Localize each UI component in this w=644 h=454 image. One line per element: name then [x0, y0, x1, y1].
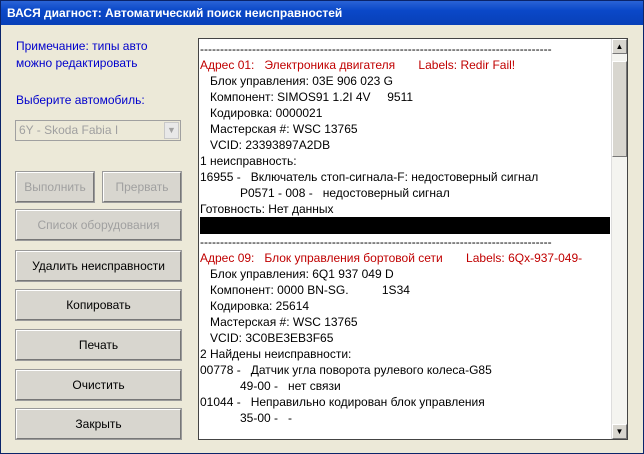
log-line: Компонент: 0000 BN-SG. 1S34 [200, 283, 410, 297]
equipment-list-button[interactable]: Список оборудования [15, 209, 182, 241]
log-line: Блок управления: 6Q1 937 049 D [200, 267, 394, 281]
car-select-value: 6Y - Skoda Fabia I [19, 123, 119, 137]
clear-faults-button[interactable]: Удалить неисправности [15, 250, 182, 282]
window-title: ВАСЯ диагност: Автоматический поиск неис… [1, 1, 643, 25]
log-line: Блок управления: 03E 906 023 G [200, 74, 393, 88]
choose-car-label: Выберите автомобиль: [16, 93, 145, 107]
copy-button[interactable]: Копировать [15, 289, 182, 321]
log-line: Мастерская #: WSC 13765 [200, 122, 358, 136]
log-line: Кодировка: 25614 [200, 299, 310, 313]
log-line: 01044 - Неправильно кодирован блок управ… [200, 395, 485, 409]
run-button[interactable]: Выполнить [15, 171, 95, 203]
log-line: Мастерская #: WSC 13765 [200, 315, 358, 329]
log-line: Адрес 09: Блок управления бортовой сети … [200, 251, 583, 265]
log-line: Компонент: SIMOS91 1.2I 4V 9511 [200, 90, 414, 104]
arrow-down-icon[interactable]: ▼ [612, 424, 627, 439]
print-button[interactable]: Печать [15, 329, 182, 361]
log-content: ----------------------------------------… [200, 41, 610, 426]
scroll-thumb[interactable] [612, 61, 627, 157]
log-line: VCID: 23393897A2DB [200, 138, 331, 152]
log-line: 2 Найдены неисправности: [200, 347, 352, 361]
close-button[interactable]: Закрыть [15, 408, 182, 440]
log-line: 35-00 - - [200, 411, 293, 425]
main-window: ВАСЯ диагност: Автоматический поиск неис… [0, 0, 644, 454]
log-line: Готовность: Нет данных [200, 202, 334, 216]
log-line: P0571 - 008 - недостоверный сигнал [200, 186, 450, 200]
log-line: Адрес 01: Электроника двигателя Labels: … [200, 58, 516, 72]
stop-button[interactable]: Прервать [102, 171, 182, 203]
log-line: 49-00 - нет связи [200, 379, 341, 393]
log-line: 1 неисправность: [200, 154, 297, 168]
chevron-down-icon[interactable]: ▼ [164, 122, 179, 139]
results-log[interactable]: ----------------------------------------… [198, 38, 628, 440]
note-text: Примечание: типы авто можно редактироват… [16, 39, 148, 70]
vertical-scrollbar[interactable]: ▲ ▼ [611, 39, 627, 439]
selected-separator-line [200, 217, 610, 234]
arrow-up-icon[interactable]: ▲ [612, 39, 627, 54]
log-line: 16955 - Включатель стоп-сигнала-F: недос… [200, 170, 539, 184]
clean-button[interactable]: Очистить [15, 369, 182, 401]
log-line: VCID: 3C0BE3EB3F65 [200, 331, 334, 345]
log-line: ----------------------------------------… [200, 235, 552, 249]
log-line: Кодировка: 0000021 [200, 106, 323, 120]
car-select[interactable]: 6Y - Skoda Fabia I ▼ [15, 120, 181, 141]
log-line: ----------------------------------------… [200, 42, 552, 56]
log-line: 00778 - Датчик угла поворота рулевого ко… [200, 363, 492, 377]
